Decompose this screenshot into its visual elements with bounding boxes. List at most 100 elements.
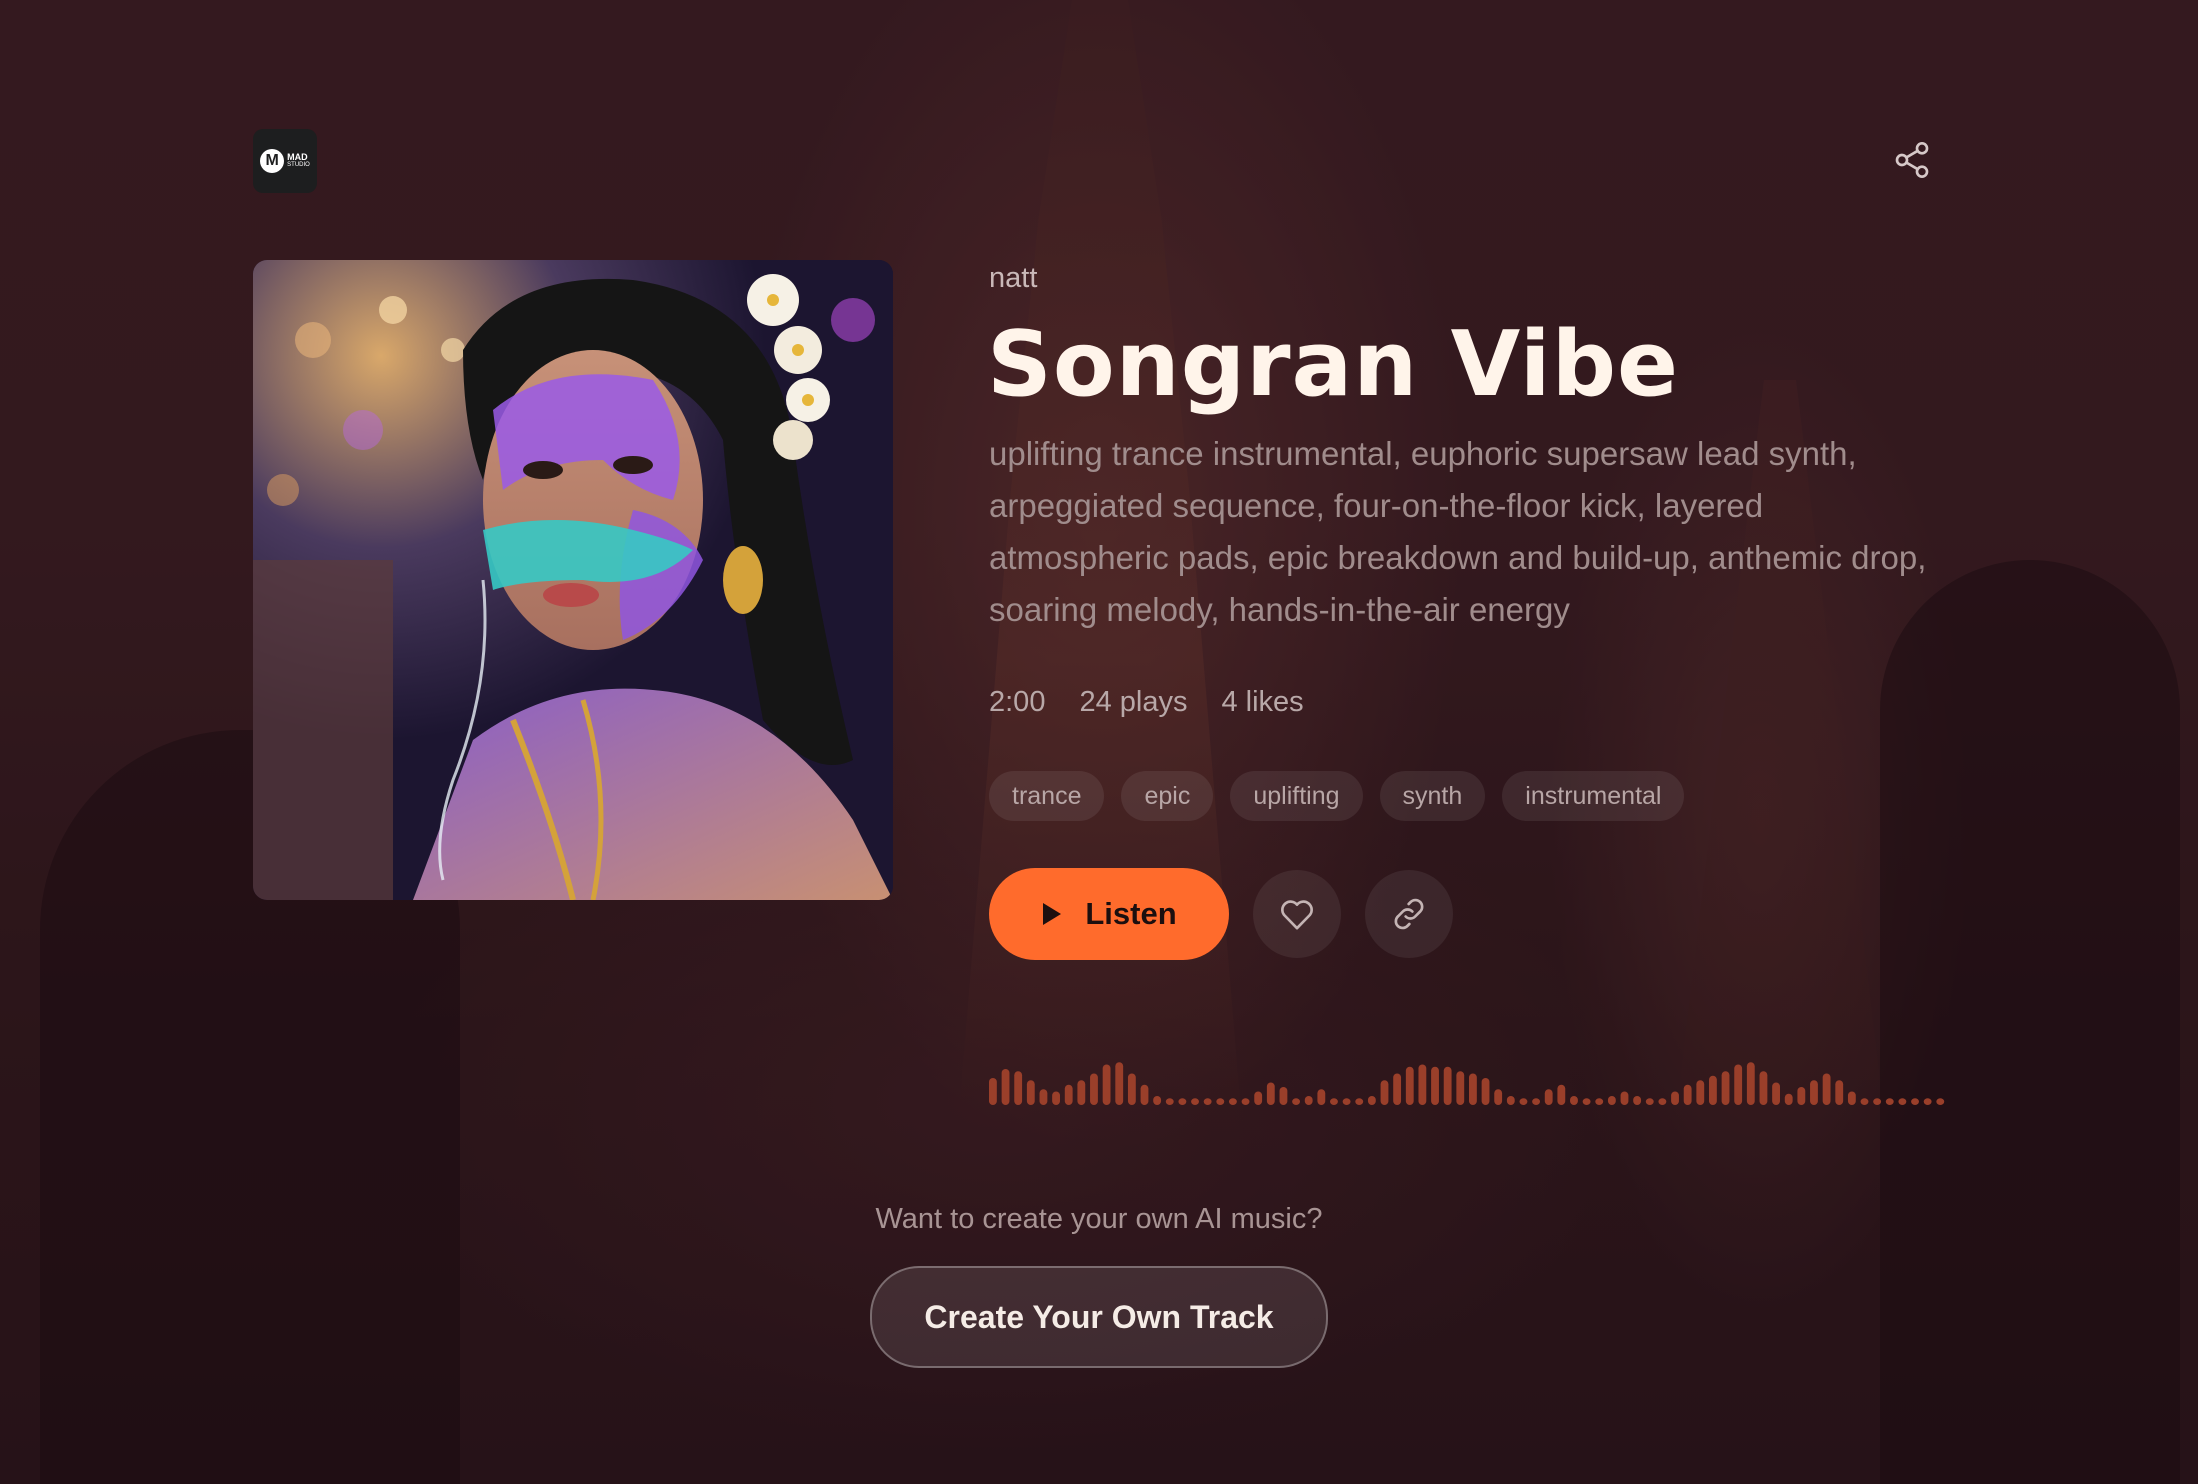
waveform-bar [1216,1098,1225,1105]
waveform-bar [1418,1064,1427,1105]
like-count: 4 likes [1221,686,1304,718]
waveform-bar [1936,1098,1945,1105]
waveform-bar [1633,1096,1642,1105]
logo-line1: MAD [287,152,308,162]
track-share-page: M MAD STUDIO natt Songran Vibe uplifting… [0,0,2198,1484]
play-count: 24 plays [1079,686,1188,718]
waveform-bar [1064,1084,1073,1105]
tag-uplifting[interactable]: uplifting [1230,771,1363,821]
copy-link-button[interactable] [1365,870,1453,958]
waveform-bar [1367,1096,1376,1105]
track-title: Songran Vibe [987,312,1680,417]
waveform-bar [1911,1098,1919,1105]
waveform-bar [1405,1066,1414,1105]
waveform-bar [1191,1098,1199,1105]
listen-button[interactable]: Listen [989,868,1229,960]
waveform-bar [1304,1096,1313,1105]
waveform-bar [1342,1098,1351,1105]
waveform-bar [1847,1091,1856,1105]
waveform-bar [1784,1093,1793,1105]
artist-name[interactable]: natt [989,262,1037,295]
waveform[interactable] [989,1060,1949,1105]
waveform-bar [1001,1069,1010,1105]
waveform-bar [1772,1082,1780,1105]
waveform-bar [1885,1098,1894,1105]
waveform-bar [1140,1084,1149,1105]
tag-instrumental[interactable]: instrumental [1502,771,1685,821]
cover-art [253,260,893,900]
waveform-bar [1279,1087,1288,1105]
tag-trance[interactable]: trance [989,771,1105,821]
waveform-bar [1607,1096,1616,1105]
waveform-bar [1115,1062,1124,1105]
waveform-bar [1506,1096,1515,1105]
waveform-bar [1469,1073,1477,1105]
waveform-bar [1014,1071,1023,1105]
waveform-bar [1393,1073,1402,1105]
waveform-bar [1266,1082,1275,1105]
waveform-bar [1203,1098,1212,1105]
logo-line2: STUDIO [287,162,310,168]
waveform-bar [1431,1066,1439,1105]
waveform-bar [1254,1091,1263,1105]
waveform-bar [1557,1084,1566,1105]
waveform-bar [1165,1098,1174,1105]
mad-studio-logo[interactable]: M MAD STUDIO [253,129,317,193]
waveform-bar [1241,1098,1250,1105]
link-icon [1394,898,1424,930]
track-actions: Listen [989,868,1453,960]
waveform-bar [1595,1098,1604,1105]
waveform-bar [1645,1098,1654,1105]
waveform-bar [1052,1091,1060,1105]
create-prompt-text: Want to create your own AI music? [875,1203,1323,1235]
waveform-bar [1923,1098,1932,1105]
waveform-bar [1355,1098,1364,1105]
waveform-bar [1153,1096,1162,1105]
waveform-bar [1380,1080,1389,1105]
waveform-bar [1721,1071,1730,1105]
waveform-bar [989,1078,997,1105]
waveform-bar [1090,1073,1098,1105]
waveform-bar [1481,1078,1490,1105]
share-icon [1895,142,1929,178]
listen-label: Listen [1085,896,1177,931]
play-icon [1043,903,1062,925]
waveform-bar [1620,1091,1629,1105]
waveform-bar [1544,1089,1553,1105]
waveform-bar [1658,1098,1667,1105]
waveform-bar [1532,1098,1540,1105]
like-button[interactable] [1253,870,1341,958]
waveform-bar [1494,1089,1503,1105]
waveform-bar [1746,1062,1755,1105]
waveform-bar [1822,1073,1831,1105]
waveform-bar [1229,1098,1237,1105]
waveform-bar [1810,1080,1818,1105]
tag-list: trance epic uplifting synth instrumental [989,771,1685,821]
waveform-bar [1898,1098,1907,1105]
waveform-bar [1570,1096,1578,1105]
waveform-bar [1443,1066,1452,1105]
waveform-bar [1696,1080,1705,1105]
waveform-bar [1860,1098,1869,1105]
waveform-bar [1077,1080,1086,1105]
waveform-bar [1317,1089,1326,1105]
waveform-bar [1709,1075,1717,1105]
heart-icon [1281,900,1313,930]
waveform-bar [1734,1064,1743,1105]
tag-epic[interactable]: epic [1121,771,1214,821]
waveform-bar [1835,1080,1844,1105]
track-duration: 2:00 [989,686,1046,718]
track-description: uplifting trance instrumental, euphoric … [989,435,1927,628]
waveform-bar [1026,1080,1035,1105]
waveform-bar [1456,1071,1465,1105]
waveform-bar [1582,1098,1591,1105]
waveform-bar [1039,1089,1048,1105]
waveform-bar [1292,1098,1300,1105]
waveform-bar [1873,1098,1882,1105]
share-button[interactable] [1892,138,1932,182]
create-track-button[interactable]: Create Your Own Track [870,1266,1328,1368]
tag-synth[interactable]: synth [1379,771,1486,821]
waveform-bar [1330,1098,1338,1105]
waveform-bar [1178,1098,1187,1105]
waveform-bar [1683,1084,1692,1105]
